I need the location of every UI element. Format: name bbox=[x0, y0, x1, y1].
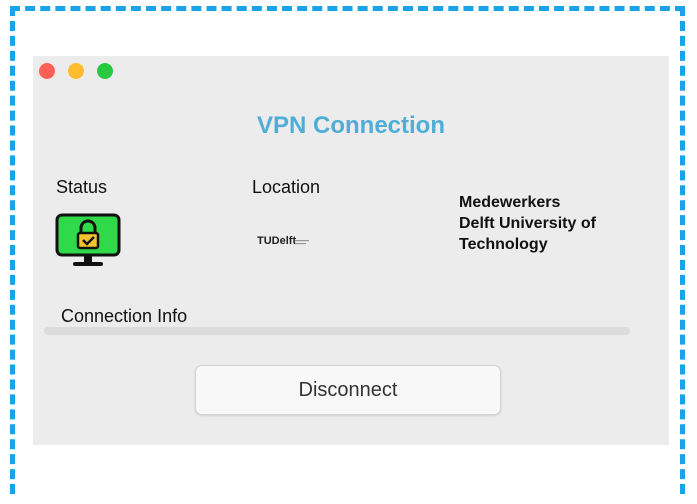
window-title: VPN Connection bbox=[256, 112, 445, 139]
tudelft-logo-icon: TUDelft bbox=[257, 235, 309, 247]
svg-text:TUDelft: TUDelft bbox=[257, 235, 296, 247]
zoom-window-button[interactable] bbox=[97, 63, 113, 79]
minimize-window-button[interactable] bbox=[68, 63, 84, 79]
monitor-lock-icon bbox=[55, 213, 121, 266]
connection-info-label: Connection Info bbox=[61, 306, 188, 326]
organization-name: Medewerkers Delft University of Technolo… bbox=[459, 194, 596, 253]
connection-info-panel bbox=[44, 327, 630, 335]
disconnect-button[interactable]: Disconnect bbox=[195, 365, 501, 415]
close-window-button[interactable] bbox=[39, 63, 55, 79]
vpn-window: VPN Connection Status Location TUDelft M… bbox=[33, 56, 669, 445]
status-label: Status bbox=[56, 177, 108, 197]
location-label: Location bbox=[252, 177, 321, 197]
